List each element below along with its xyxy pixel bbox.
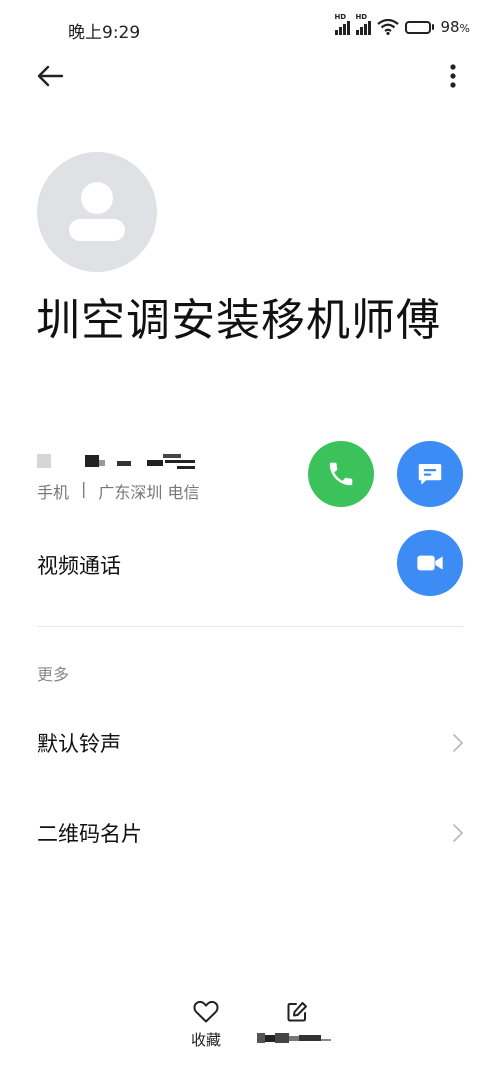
contact-name: 圳空调安装移机师傅 xyxy=(36,295,441,346)
status-time: 晚上9:29 xyxy=(68,23,141,43)
edit-label-redacted xyxy=(257,1033,331,1043)
chevron-right-icon xyxy=(453,734,463,752)
phone-meta: 手机 | 广东深圳 电信 xyxy=(37,479,200,503)
battery-icon xyxy=(405,20,435,34)
call-button[interactable] xyxy=(308,441,374,507)
signal-icon: HD xyxy=(355,13,372,35)
qr-card-row[interactable]: 二维码名片 xyxy=(0,803,500,863)
status-icons: HD HD 98% xyxy=(334,13,470,36)
back-button[interactable] xyxy=(30,58,70,94)
section-header-more: 更多 xyxy=(37,665,70,684)
favorite-label: 收藏 xyxy=(190,1031,221,1049)
video-call-label: 视频通话 xyxy=(37,554,121,578)
edit-icon xyxy=(287,1002,307,1022)
wifi-icon xyxy=(377,19,400,35)
chevron-right-icon xyxy=(453,824,463,842)
avatar[interactable] xyxy=(37,152,157,272)
more-options-button[interactable] xyxy=(438,58,468,94)
qr-card-label: 二维码名片 xyxy=(37,822,142,846)
divider xyxy=(37,626,463,627)
meta-separator: | xyxy=(81,479,87,498)
phone-icon xyxy=(329,462,353,486)
video-camera-icon xyxy=(417,555,443,571)
phone-type: 手机 xyxy=(37,483,70,502)
default-ringtone-row[interactable]: 默认铃声 xyxy=(0,713,500,773)
heart-icon xyxy=(193,1000,219,1023)
message-icon xyxy=(418,464,442,485)
arrow-left-icon xyxy=(37,65,64,87)
battery-percent: 98% xyxy=(440,18,470,36)
message-button[interactable] xyxy=(397,441,463,507)
signal-icon: HD xyxy=(334,13,351,35)
default-ringtone-label: 默认铃声 xyxy=(37,732,121,756)
person-placeholder-icon xyxy=(69,182,125,241)
favorite-button[interactable]: 收藏 xyxy=(180,1000,232,1050)
phone-location: 广东深圳 电信 xyxy=(98,483,200,502)
more-vertical-icon xyxy=(450,64,456,88)
phone-number-redacted[interactable] xyxy=(37,452,197,470)
edit-button[interactable] xyxy=(255,1000,339,1046)
video-call-button[interactable] xyxy=(397,530,463,596)
